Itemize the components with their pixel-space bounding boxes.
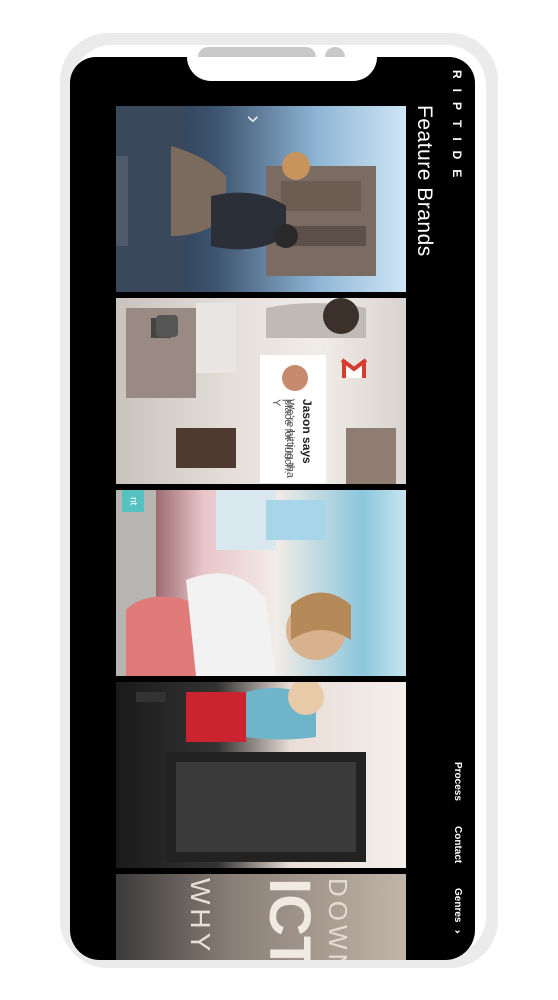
notification-title: Jason says <box>300 399 314 464</box>
nav-contact-link[interactable]: Contact <box>452 826 463 863</box>
brand-video-thumbnail-5[interactable]: DOWN ICT WHY <box>116 874 406 960</box>
brand-video-thumbnail-1[interactable] <box>116 106 406 292</box>
gmail-icon <box>340 354 368 382</box>
thumbnail-text-1: DOWN <box>323 878 353 960</box>
notification-body-2: place for lunch. Y <box>270 399 294 474</box>
notification-card[interactable]: Jason says We're hitting tha place for l… <box>260 355 326 483</box>
avatar <box>282 365 308 391</box>
street-scene-illustration <box>116 106 376 292</box>
nav-process-link[interactable]: Process <box>452 762 463 801</box>
notch <box>187 57 377 81</box>
brand-video-thumbnail-4[interactable] <box>116 682 406 868</box>
thumbnail-text-2: WHY <box>185 878 216 956</box>
thumbnail-text-big: ICT <box>257 878 322 960</box>
gift-scene-illustration <box>136 682 366 862</box>
teal-tag: nt <box>122 490 144 512</box>
nav-genres-dropdown[interactable]: Genres ⌄ <box>452 888 463 936</box>
brand-video-thumbnail-3[interactable] <box>116 490 406 676</box>
brand-logo[interactable]: RIPTIDE <box>450 70 464 187</box>
presenter-scene-illustration <box>116 490 351 676</box>
page-title: Feature Brands <box>413 105 436 257</box>
app-badge-icon <box>156 315 178 337</box>
scroll-up-chevron-icon[interactable]: ‹ <box>238 115 266 123</box>
